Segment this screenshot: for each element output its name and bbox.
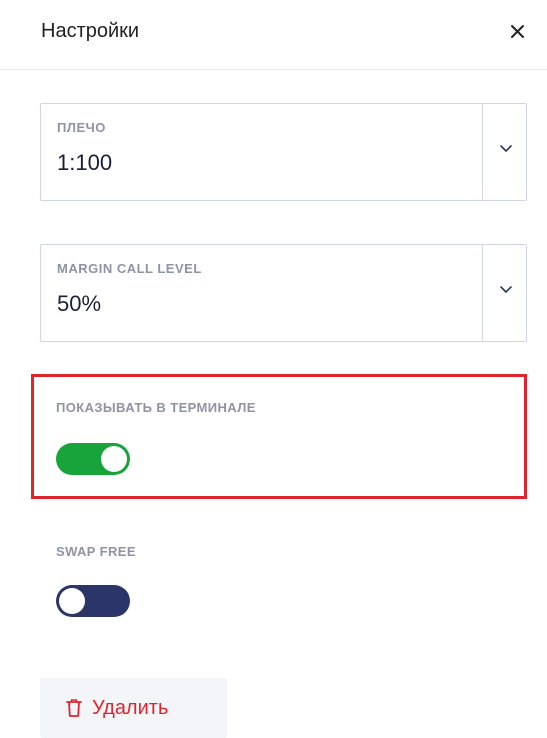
highlight-frame — [31, 374, 527, 499]
panel-header: Настройки — [0, 0, 547, 70]
trash-icon — [66, 699, 82, 717]
close-button[interactable] — [504, 18, 530, 44]
show-in-terminal-label: ПОКАЗЫВАТЬ В ТЕРМИНАЛЕ — [56, 400, 256, 415]
chevron-down-icon[interactable] — [499, 285, 513, 295]
chevron-down-icon[interactable] — [499, 144, 513, 154]
margin-call-select[interactable]: MARGIN CALL LEVEL 50% — [40, 244, 527, 342]
panel-title: Настройки — [41, 20, 140, 42]
leverage-select[interactable]: ПЛЕЧО 1:100 — [40, 103, 527, 201]
select-divider — [482, 104, 483, 200]
swap-free-label: SWAP FREE — [56, 544, 136, 559]
leverage-label: ПЛЕЧО — [57, 120, 106, 135]
margin-call-label: MARGIN CALL LEVEL — [57, 261, 202, 276]
toggle-knob — [101, 446, 127, 472]
toggle-knob — [59, 588, 85, 614]
margin-call-value: 50% — [57, 291, 102, 316]
close-icon — [511, 25, 524, 38]
select-divider — [482, 245, 483, 341]
delete-label: Удалить — [92, 697, 169, 719]
leverage-value: 1:100 — [57, 150, 113, 175]
swap-free-toggle[interactable] — [56, 585, 130, 617]
settings-panel: Настройки ПЛЕЧО 1:100 MARGIN CALL LEVEL … — [0, 0, 547, 738]
delete-button[interactable]: Удалить — [40, 678, 227, 738]
show-in-terminal-toggle[interactable] — [56, 443, 130, 475]
